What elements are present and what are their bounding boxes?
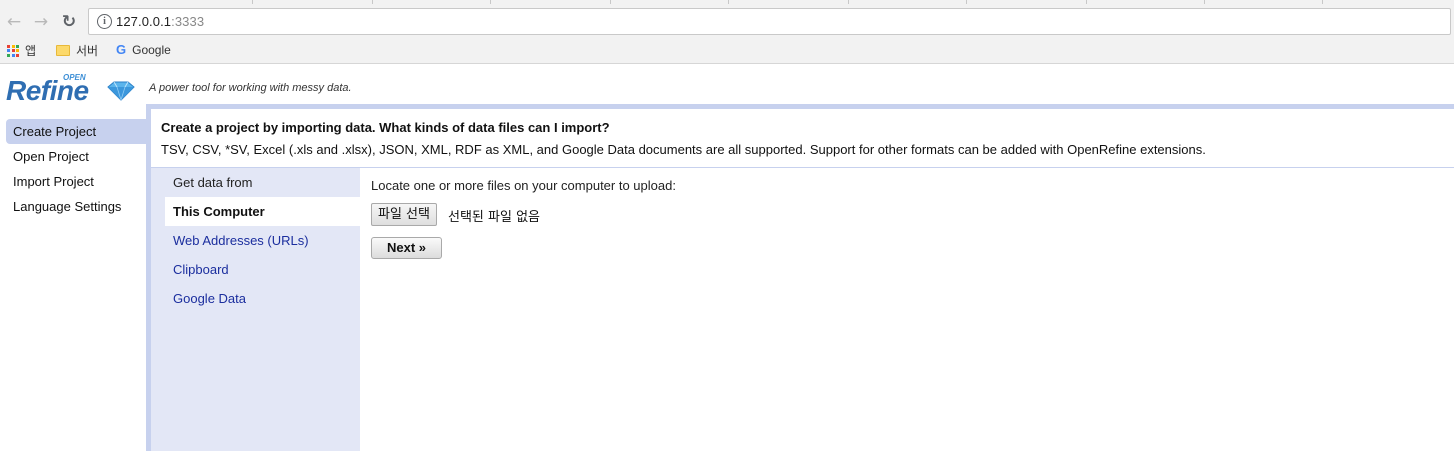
panel-title: Create a project by importing data. What… xyxy=(161,120,610,135)
browser-toolbar: ← → ↻ i 127.0.0.1:3333 xyxy=(0,4,1454,37)
nav-item-create-project[interactable]: Create Project xyxy=(6,119,146,144)
next-button[interactable]: Next » xyxy=(371,237,442,259)
info-icon[interactable]: i xyxy=(97,14,112,29)
data-source-list: Get data from This Computer Web Addresse… xyxy=(151,168,360,451)
google-icon: G xyxy=(116,42,127,57)
url-port: :3333 xyxy=(171,14,205,29)
bookmark-label: 서버 xyxy=(76,44,99,58)
choose-file-button[interactable]: 파일 선택 xyxy=(371,203,437,226)
back-arrow-icon[interactable]: ← xyxy=(5,13,23,31)
address-bar[interactable]: i 127.0.0.1:3333 xyxy=(88,8,1451,35)
nav-item-language-settings[interactable]: Language Settings xyxy=(0,194,146,219)
logo-open-text: OPEN xyxy=(63,73,86,82)
upload-panel: Locate one or more files on your compute… xyxy=(360,168,1454,451)
bookmark-google[interactable]: G Google xyxy=(116,42,171,57)
diamond-icon xyxy=(107,81,135,101)
source-clipboard[interactable]: Clipboard xyxy=(165,255,360,284)
tagline: A power tool for working with messy data… xyxy=(149,82,352,94)
source-this-computer[interactable]: This Computer xyxy=(165,197,360,226)
url-text[interactable]: 127.0.0.1:3333 xyxy=(116,14,204,29)
bookmark-apps[interactable]: 앱 xyxy=(7,42,36,59)
forward-arrow-icon[interactable]: → xyxy=(32,13,50,31)
source-google-data[interactable]: Google Data xyxy=(165,284,360,313)
bookmark-label: 앱 xyxy=(25,44,37,58)
bookmark-server-folder[interactable]: 서버 xyxy=(56,42,98,59)
source-web-addresses[interactable]: Web Addresses (URLs) xyxy=(165,226,360,255)
nav-item-open-project[interactable]: Open Project xyxy=(0,144,146,169)
create-project-header: Create a project by importing data. What… xyxy=(151,109,1454,168)
reload-icon[interactable]: ↻ xyxy=(60,13,78,31)
apps-grid-icon xyxy=(7,44,19,57)
left-navigation: Create Project Open Project Import Proje… xyxy=(0,119,146,219)
file-status-text: 선택된 파일 없음 xyxy=(448,210,540,225)
folder-icon xyxy=(56,45,70,56)
url-host: 127.0.0.1 xyxy=(116,14,172,29)
nav-item-import-project[interactable]: Import Project xyxy=(0,169,146,194)
panel-description: TSV, CSV, *SV, Excel (.xls and .xlsx), J… xyxy=(161,142,1206,157)
bookmarks-bar: 앱 서버 G Google xyxy=(0,37,1454,64)
sources-heading: Get data from xyxy=(173,175,253,190)
openrefine-logo[interactable]: Refine OPEN xyxy=(6,73,141,107)
bookmark-label: Google xyxy=(132,42,171,57)
upload-instructions: Locate one or more files on your compute… xyxy=(371,178,676,193)
